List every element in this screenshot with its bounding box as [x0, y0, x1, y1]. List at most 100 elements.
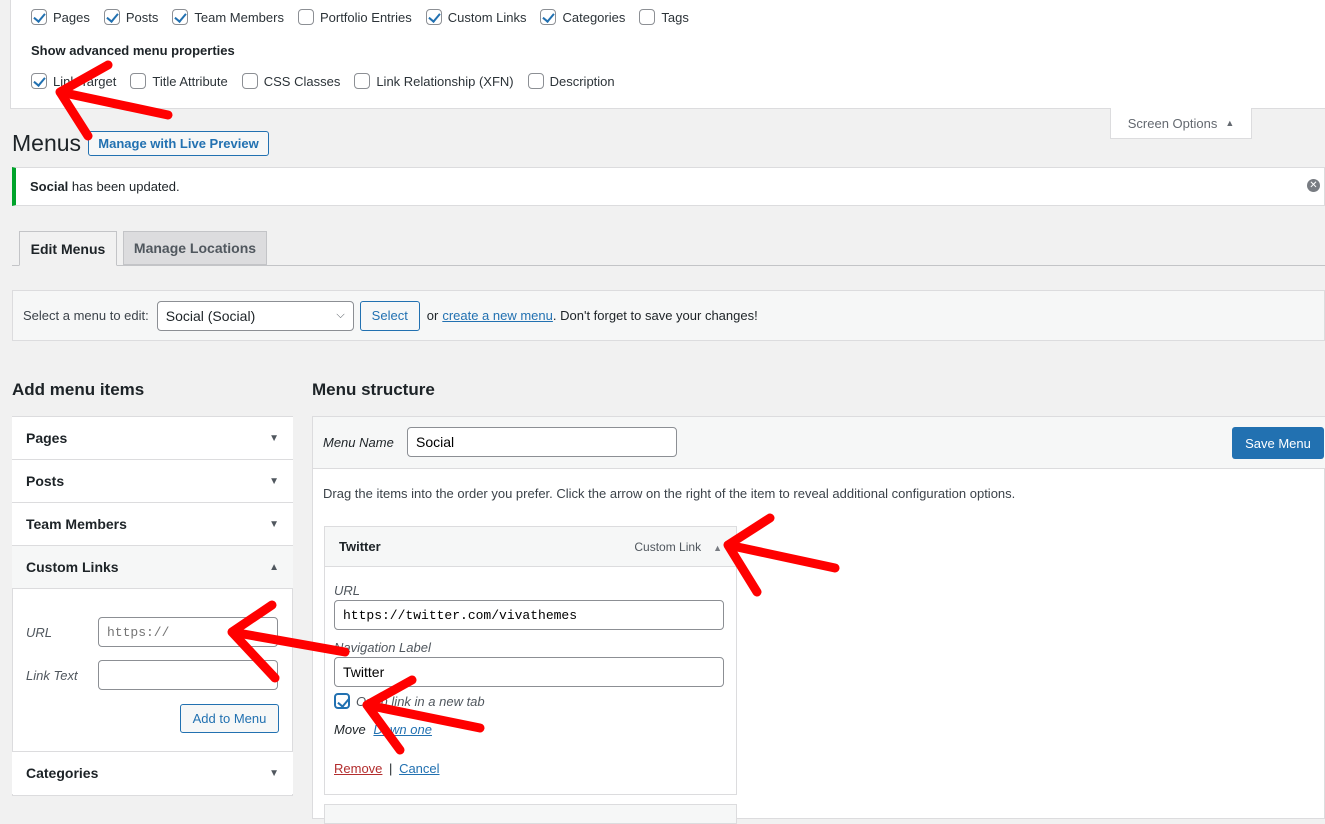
cancel-link[interactable]: Cancel — [399, 761, 439, 776]
menu-name-input[interactable] — [407, 427, 677, 457]
checkbox[interactable] — [425, 9, 442, 25]
live-preview-button[interactable]: Manage with Live Preview — [88, 131, 269, 156]
screen-option-link-relationship-xfn-[interactable]: Link Relationship (XFN) — [354, 73, 514, 89]
checkbox[interactable] — [130, 73, 147, 89]
new-tab-checkbox[interactable] — [334, 693, 350, 709]
tab-edit-menus[interactable]: Edit Menus — [19, 231, 117, 266]
option-label: Pages — [53, 9, 90, 25]
notice-text: has been updated. — [68, 179, 180, 194]
new-tab-label: Open link in a new tab — [356, 693, 485, 709]
item-url-input[interactable] — [334, 600, 724, 630]
screen-options-boxes: Pages Posts Team Members Portfolio Entries C… — [31, 9, 703, 25]
dismiss-icon[interactable]: ✕ — [1307, 179, 1320, 192]
advanced-boxes: Link Target Title Attribute CSS Classes Lin… — [31, 73, 629, 89]
caret-down-icon: ▼ — [269, 432, 279, 444]
option-label: CSS Classes — [263, 73, 341, 89]
custom-url-label: URL — [26, 625, 53, 640]
caret-down-icon: ▼ — [269, 518, 279, 530]
chevron-down-icon: ⌵ — [336, 309, 345, 321]
accordion-pages[interactable]: Pages ▼ — [12, 417, 293, 460]
screen-option-categories[interactable]: Categories — [540, 9, 625, 25]
option-label: Portfolio Entries — [319, 9, 412, 25]
custom-url-input[interactable] — [98, 617, 278, 647]
screen-option-css-classes[interactable]: CSS Classes — [241, 73, 341, 89]
caret-down-icon: ▼ — [269, 475, 279, 487]
link-text-input[interactable] — [98, 660, 278, 690]
advanced-heading: Show advanced menu properties — [31, 43, 235, 58]
screen-option-custom-links[interactable]: Custom Links — [425, 9, 527, 25]
screen-option-title-attribute[interactable]: Title Attribute — [130, 73, 228, 89]
option-label: Link Target — [53, 73, 117, 89]
accordion-label: Posts — [26, 473, 65, 489]
move-label: Move — [334, 722, 366, 737]
tab-manage-locations[interactable]: Manage Locations — [123, 231, 267, 265]
screen-option-pages[interactable]: Pages — [31, 9, 90, 25]
nav-label-input[interactable] — [334, 657, 724, 687]
select-menu-label: Select a menu to edit: — [23, 308, 149, 323]
option-label: Description — [549, 73, 615, 89]
instructions: Drag the items into the order you prefer… — [323, 486, 1016, 501]
menu-item-title: Twitter — [339, 539, 381, 554]
item-url-label: URL — [334, 583, 361, 598]
notice-menu-name: Social — [30, 179, 69, 194]
remove-link[interactable]: Remove — [334, 761, 382, 776]
accordion-label: Pages — [26, 430, 68, 446]
down-one-link[interactable]: Down one — [373, 722, 432, 737]
select-button[interactable]: Select — [359, 300, 420, 331]
screen-option-portfolio-entries[interactable]: Portfolio Entries — [297, 9, 412, 25]
option-label: Custom Links — [447, 9, 527, 25]
link-text-label: Link Text — [26, 668, 78, 683]
checkbox[interactable] — [31, 73, 47, 89]
caret-up-icon[interactable]: ▲ — [713, 543, 722, 553]
caret-down-icon: ▼ — [269, 767, 279, 779]
option-label: Posts — [125, 9, 159, 25]
accordion-custom-links[interactable]: Custom Links ▲ — [12, 546, 293, 589]
screen-option-posts[interactable]: Posts — [103, 9, 159, 25]
add-to-menu-button[interactable]: Add to Menu — [180, 704, 279, 733]
next-menu-item[interactable] — [324, 804, 737, 824]
accordion-team-members[interactable]: Team Members ▼ — [12, 503, 293, 546]
option-label: Categories — [562, 9, 626, 25]
screen-option-description[interactable]: Description — [527, 73, 615, 89]
option-label: Team Members — [194, 9, 284, 25]
menu-name-label: Menu Name — [323, 435, 394, 450]
menu-select[interactable]: Social (Social) ⌵ — [156, 300, 354, 331]
accordion-posts[interactable]: Posts ▼ — [12, 460, 293, 503]
checkbox[interactable] — [103, 9, 120, 25]
accordion-categories[interactable]: Categories ▼ — [12, 751, 293, 794]
accordion-label: Custom Links — [26, 559, 119, 575]
screen-option-tags[interactable]: Tags — [639, 9, 689, 25]
menu-item-handle[interactable]: Twitter Custom Link ▲ — [325, 527, 736, 567]
create-menu-link[interactable]: create a new menu — [442, 308, 553, 323]
page-title: Menus — [12, 130, 82, 156]
menu-structure-title: Menu structure — [312, 380, 435, 399]
or-text: or — [426, 308, 439, 323]
save-menu-button[interactable]: Save Menu — [1232, 427, 1324, 459]
move-row: Move Down one — [334, 722, 432, 737]
checkbox[interactable] — [297, 9, 314, 25]
select-menu-bar: Select a menu to edit: Social (Social) ⌵… — [12, 290, 1325, 341]
checkbox[interactable] — [31, 9, 47, 25]
separator: | — [389, 761, 393, 776]
tabs-baseline — [12, 265, 1325, 266]
option-label: Tags — [661, 9, 689, 25]
checkbox[interactable] — [241, 73, 258, 89]
save-reminder: . Don't forget to save your changes! — [552, 308, 758, 323]
option-label: Title Attribute — [152, 73, 228, 89]
screen-option-link-target[interactable]: Link Target — [31, 73, 116, 89]
item-actions: Remove | Cancel — [334, 761, 440, 776]
nav-label-label: Navigation Label — [334, 640, 431, 655]
checkbox[interactable] — [354, 73, 371, 89]
screen-option-team-members[interactable]: Team Members — [172, 9, 284, 25]
checkbox[interactable] — [527, 73, 544, 89]
option-label: Link Relationship (XFN) — [376, 73, 514, 89]
caret-up-icon: ▲ — [1225, 118, 1235, 128]
accordion-label: Categories — [26, 765, 99, 781]
checkbox[interactable] — [639, 9, 656, 25]
caret-up-icon: ▲ — [269, 561, 279, 573]
screen-options-toggle[interactable]: Screen Options ▲ — [1110, 108, 1252, 139]
new-tab-option[interactable]: Open link in a new tab — [334, 693, 485, 709]
menu-item-type: Custom Link — [634, 540, 702, 554]
checkbox[interactable] — [172, 9, 189, 25]
checkbox[interactable] — [540, 9, 557, 25]
